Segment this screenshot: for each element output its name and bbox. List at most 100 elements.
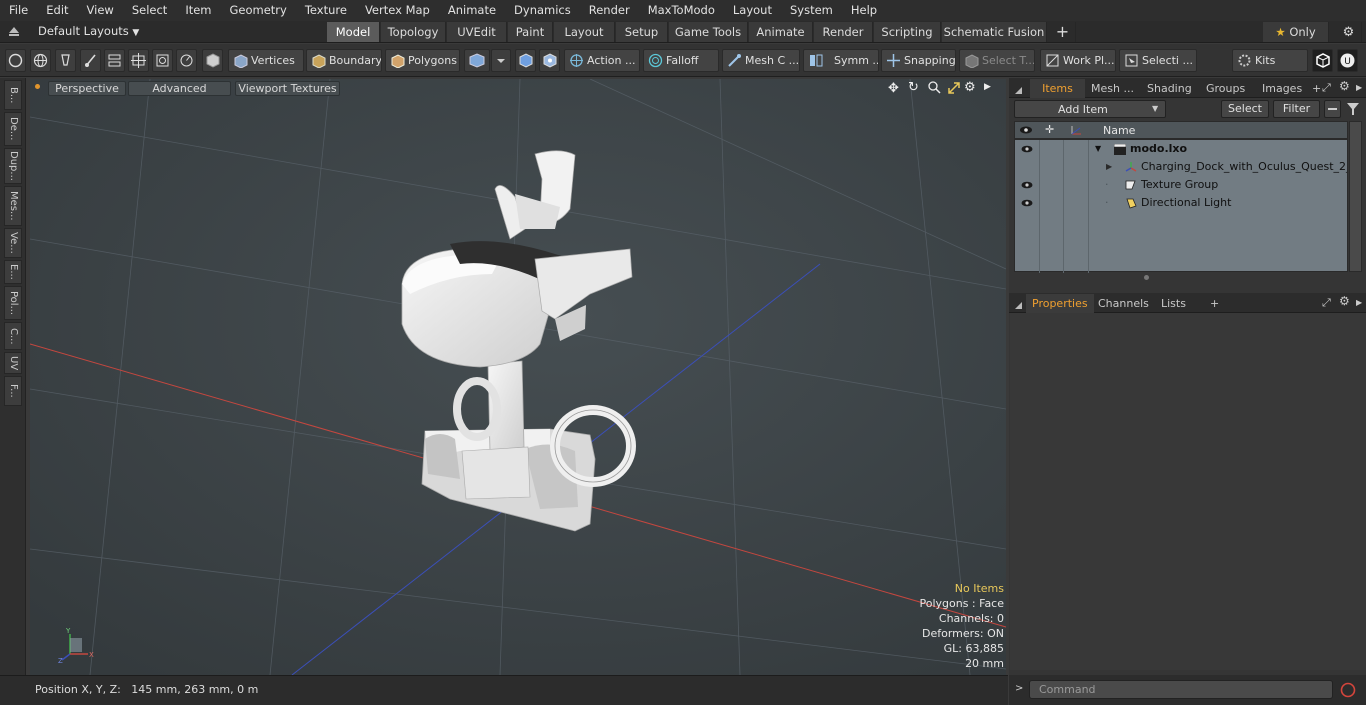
zoom-view-icon[interactable] [928, 81, 941, 94]
pen-icon[interactable] [55, 49, 76, 72]
symmetry-button[interactable]: Symm ... [803, 49, 879, 72]
left-tab-vertex[interactable]: Ve... [4, 228, 22, 258]
items-scrollbar[interactable] [1349, 121, 1362, 272]
tab-schematic-fusion[interactable]: Schematic Fusion [942, 22, 1047, 42]
visibility-eye-icon[interactable] [1021, 143, 1033, 155]
expand-panel-icon[interactable]: ⤢ [1322, 81, 1331, 95]
tree-row-directional-light[interactable]: · Directional Light [1015, 194, 1349, 212]
menu-edit[interactable]: Edit [37, 0, 77, 21]
tab-model[interactable]: Model [327, 22, 380, 42]
selection-sets-button[interactable]: Selecti ... [1119, 49, 1197, 72]
item-mode-icon[interactable] [202, 49, 223, 72]
menu-render[interactable]: Render [580, 0, 639, 21]
collapse-icon[interactable] [1324, 100, 1341, 118]
menu-maxtomodo[interactable]: MaxToModo [639, 0, 724, 21]
tab-render[interactable]: Render [814, 22, 873, 42]
menu-animate[interactable]: Animate [439, 0, 505, 21]
maximize-view-icon[interactable] [948, 82, 960, 94]
viewport-expand-arrow-icon[interactable]: ▶ [984, 82, 991, 92]
tab-items[interactable]: Items [1030, 79, 1085, 98]
tree-row-scene[interactable]: ▼ modo.lxo [1015, 140, 1349, 158]
settings-gear-button[interactable]: ⚙ [1336, 22, 1362, 42]
advanced-button[interactable]: Advanced [128, 81, 231, 96]
left-tab-mesh-edit[interactable]: Mes... [4, 186, 22, 226]
select-circle-icon[interactable] [5, 49, 26, 72]
funnel-icon[interactable] [1344, 100, 1362, 118]
material-mode-icon[interactable] [464, 49, 490, 72]
panel-arrow-icon[interactable]: ▶ [1356, 83, 1362, 92]
left-tab-polygon[interactable]: Pol... [4, 286, 22, 320]
viewport-menu-dot-icon[interactable] [35, 84, 40, 89]
menu-system[interactable]: System [781, 0, 842, 21]
unreal-icon[interactable]: U [1337, 49, 1358, 72]
move-view-icon[interactable]: ✥ [888, 81, 899, 96]
tab-uvedit[interactable]: UVEdit [447, 22, 507, 42]
panel-menu-triangle-icon[interactable] [1015, 299, 1022, 309]
menu-file[interactable]: File [0, 0, 37, 21]
left-tab-deform[interactable]: De... [4, 112, 22, 146]
visibility-eye-icon[interactable] [1021, 179, 1033, 191]
boundary-button[interactable]: Boundary [306, 49, 382, 72]
menu-view[interactable]: View [78, 0, 123, 21]
tab-properties[interactable]: Properties [1026, 294, 1094, 313]
unity-icon[interactable] [1312, 49, 1333, 72]
menu-help[interactable]: Help [842, 0, 886, 21]
action-button[interactable]: Action ... [564, 49, 640, 72]
expand-panel-icon[interactable]: ⤢ [1322, 296, 1331, 310]
snap-element-2-icon[interactable] [539, 49, 560, 72]
left-tab-curve[interactable]: C... [4, 322, 22, 350]
menu-select[interactable]: Select [123, 0, 176, 21]
add-tab-icon[interactable]: + [1204, 294, 1225, 313]
left-tab-fusion[interactable]: F... [4, 376, 22, 406]
tree-row-mesh[interactable]: ▶ Charging_Dock_with_Oculus_Quest_2_Off [1015, 158, 1349, 176]
brush-icon[interactable] [80, 49, 101, 72]
rotate-view-icon[interactable]: ↻ [908, 80, 919, 95]
only-toggle[interactable]: ★ Only [1263, 22, 1329, 42]
vertices-button[interactable]: Vertices [228, 49, 304, 72]
mesh-constraints-button[interactable]: Mesh C ... [722, 49, 800, 72]
work-plane-button[interactable]: Work Pl... [1040, 49, 1116, 72]
kits-button[interactable]: Kits [1232, 49, 1308, 72]
render-column-icon[interactable] [1069, 124, 1083, 136]
panel-menu-triangle-icon[interactable] [1015, 84, 1022, 94]
perspective-button[interactable]: Perspective [48, 81, 126, 96]
add-item-dropdown[interactable]: Add Item ▼ [1014, 100, 1166, 118]
name-column-header[interactable]: Name [1103, 124, 1135, 137]
filter-button[interactable]: Filter [1273, 100, 1320, 118]
panel-arrow-icon[interactable]: ▶ [1356, 298, 1362, 307]
panel-gear-icon[interactable]: ⚙ [1339, 79, 1350, 93]
select-button[interactable]: Select [1221, 100, 1269, 118]
box-select-icon[interactable] [152, 49, 173, 72]
tree-row-texture-group[interactable]: · Texture Group [1015, 176, 1349, 194]
3d-viewport[interactable]: Y X Z [30, 79, 1006, 675]
tab-setup[interactable]: Setup [616, 22, 668, 42]
menu-geometry[interactable]: Geometry [221, 0, 296, 21]
left-tab-uv[interactable]: UV [4, 352, 22, 374]
transform-icon[interactable] [128, 49, 149, 72]
lasso-icon[interactable] [176, 49, 197, 72]
tab-paint[interactable]: Paint [508, 22, 553, 42]
tab-channels[interactable]: Channels [1092, 294, 1155, 313]
globe-icon[interactable] [30, 49, 51, 72]
command-input[interactable]: Command [1029, 680, 1333, 699]
tab-topology[interactable]: Topology [381, 22, 446, 42]
expand-arrow-icon[interactable]: ▶ [1106, 158, 1112, 176]
align-icon[interactable] [104, 49, 125, 72]
menu-dynamics[interactable]: Dynamics [505, 0, 580, 21]
lock-column-icon[interactable]: ✛ [1045, 123, 1054, 136]
viewport-settings-gear-icon[interactable]: ⚙ [964, 80, 976, 95]
menu-item[interactable]: Item [176, 0, 220, 21]
default-layouts-dropdown[interactable]: Default Layouts ▼ [38, 24, 139, 38]
record-button[interactable] [1338, 680, 1358, 700]
select-through-button[interactable]: Select T... [959, 49, 1035, 72]
menu-layout[interactable]: Layout [724, 0, 781, 21]
chevron-down-icon[interactable] [491, 49, 511, 72]
add-tab-button[interactable]: + [1050, 22, 1076, 42]
snapping-button[interactable]: Snapping [881, 49, 956, 72]
viewport-textures-button[interactable]: Viewport Textures [235, 81, 340, 96]
menu-texture[interactable]: Texture [296, 0, 356, 21]
tab-scripting[interactable]: Scripting [874, 22, 941, 42]
left-tab-duplicate[interactable]: Dup... [4, 148, 22, 184]
left-tab-edge[interactable]: E... [4, 260, 22, 284]
tab-layout[interactable]: Layout [554, 22, 615, 42]
